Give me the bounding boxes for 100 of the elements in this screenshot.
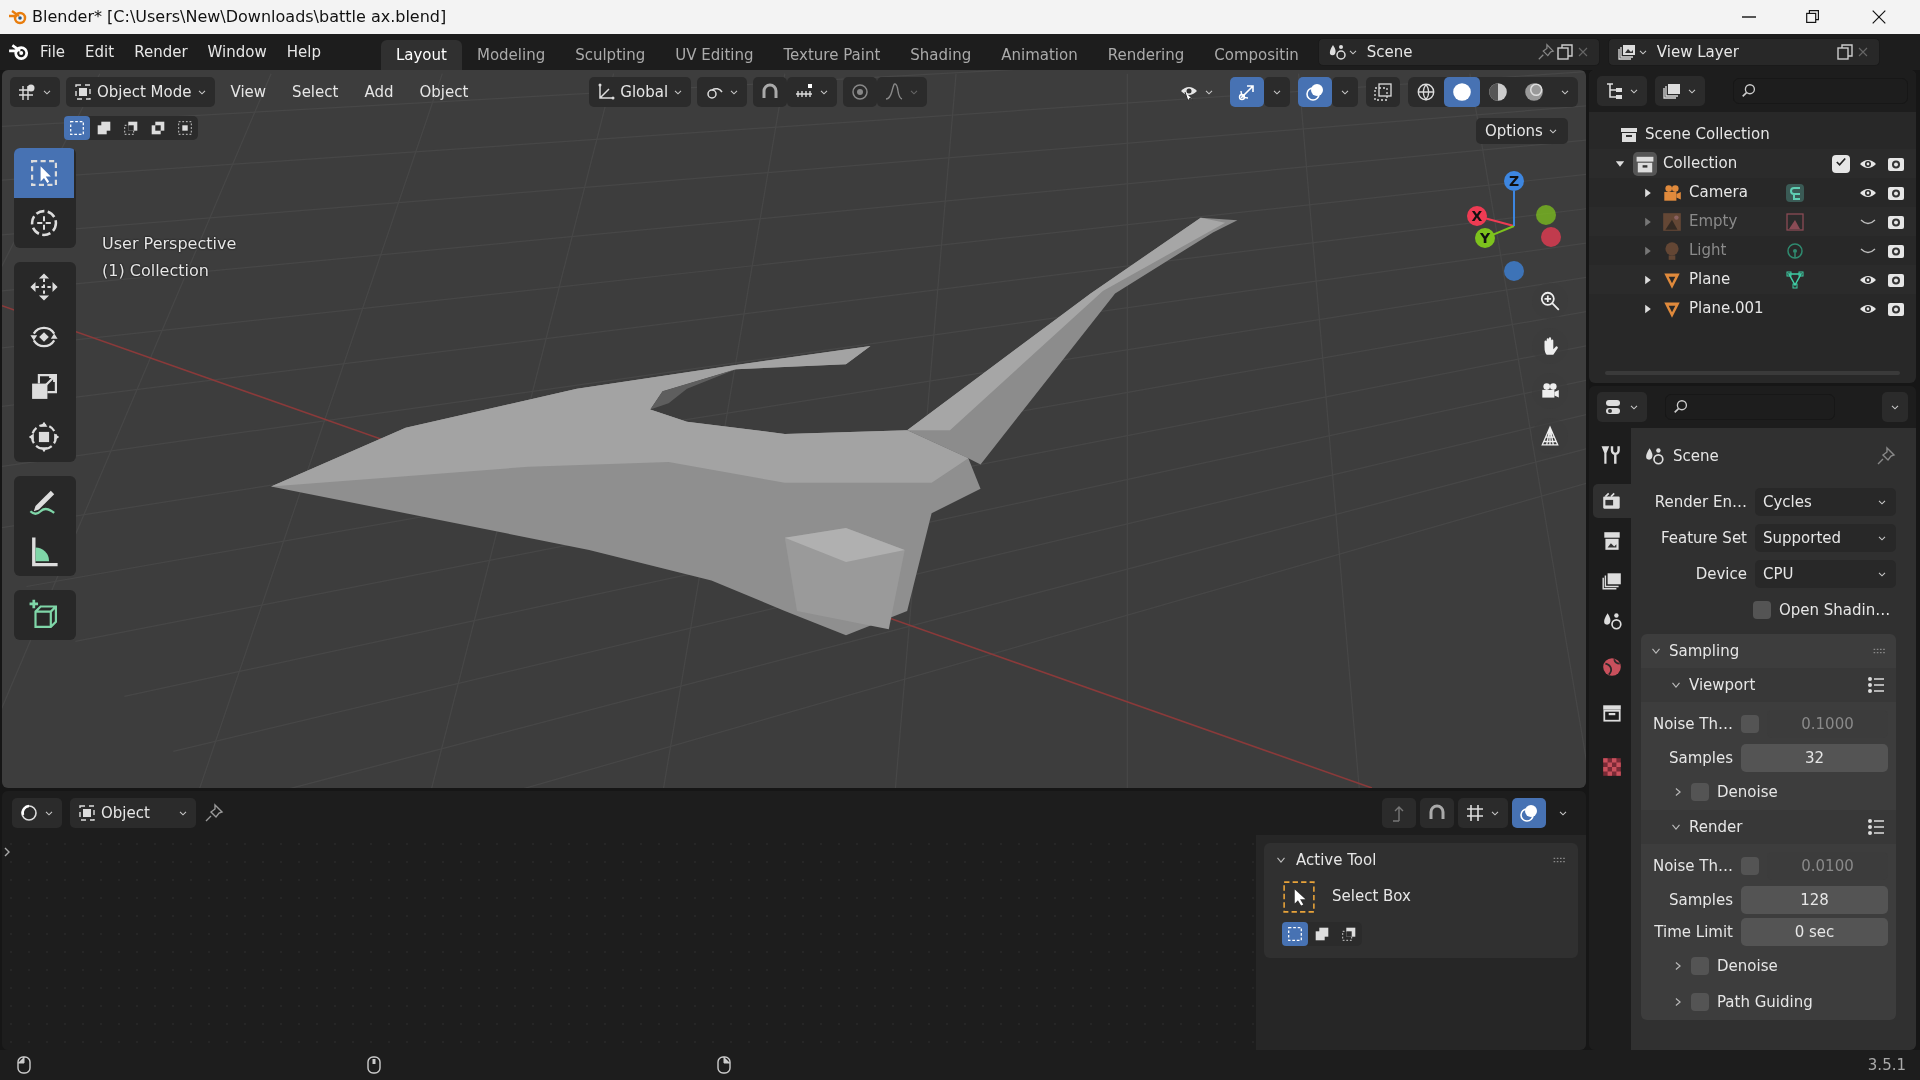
mode-dropdown[interactable]: Object Mode <box>66 77 215 107</box>
number-field[interactable]: 128 <box>1741 886 1888 914</box>
number-field[interactable]: 32 <box>1741 744 1888 772</box>
grid-view-icon <box>17 82 37 102</box>
snap-toggle[interactable] <box>753 77 788 107</box>
display-mode-dropdown[interactable] <box>1655 76 1705 106</box>
gizmo-icon <box>1237 82 1257 102</box>
subpanel-header[interactable]: Path Guiding <box>1691 990 1813 1014</box>
blender-logo-icon <box>8 7 28 27</box>
xray-toggle[interactable] <box>1366 77 1400 107</box>
axis-handle[interactable]: Z <box>1504 171 1524 227</box>
pin-icon[interactable] <box>1876 446 1896 466</box>
expand-region-icon[interactable] <box>2 845 12 859</box>
tree-item-label[interactable]: Scene Collection <box>1645 123 1770 146</box>
shading-button[interactable] <box>1444 77 1480 107</box>
light-data-icon[interactable] <box>1785 240 1805 261</box>
workspace-tab[interactable]: Compositin <box>1199 40 1314 70</box>
dropdown[interactable]: Supported <box>1755 524 1896 552</box>
menu-item[interactable]: View <box>220 79 277 105</box>
selection-mode-button[interactable] <box>1282 921 1308 946</box>
axis-handle[interactable] <box>1541 227 1561 247</box>
field-label: Time Limit <box>1653 921 1733 943</box>
tree-item-label[interactable]: Collection <box>1663 152 1738 175</box>
editor-type-button[interactable] <box>1597 76 1647 106</box>
pin-icon[interactable] <box>204 803 224 823</box>
tool-icon <box>1601 444 1623 466</box>
mouse-icon <box>714 1055 734 1075</box>
options-dropdown[interactable]: Options <box>1476 118 1568 144</box>
tree-item-label[interactable]: Camera <box>1689 181 1779 204</box>
workspace-tab[interactable]: Texture Paint <box>768 40 896 70</box>
dropdown[interactable]: Cycles <box>1755 488 1896 516</box>
editor-type-button[interactable] <box>10 77 60 107</box>
menu-item[interactable]: Add <box>354 79 404 105</box>
selection-mode-icon <box>149 119 167 137</box>
tree-item-label[interactable]: Empty <box>1689 210 1779 233</box>
pin-icon[interactable] <box>1536 43 1555 61</box>
object-icon <box>77 803 97 823</box>
axis-handle[interactable] <box>1536 205 1556 225</box>
panel-title[interactable]: Sampling <box>1669 639 1866 663</box>
workspace-tab[interactable]: Layout <box>380 40 462 70</box>
workspace-tab[interactable]: UV Editing <box>660 40 769 70</box>
field-label: Render En… <box>1653 491 1747 513</box>
workspace-tab[interactable]: Shading <box>895 40 987 70</box>
workspace-tab[interactable]: Sculpting <box>560 40 661 70</box>
proportional-edit-toggle[interactable] <box>843 77 878 107</box>
properties-tab[interactable] <box>1593 484 1631 518</box>
number-field[interactable]: 0 sec <box>1741 918 1888 946</box>
mesh-data-icon[interactable] <box>1785 269 1805 290</box>
overlay-toggle[interactable] <box>1512 798 1546 828</box>
duplicate-icon[interactable] <box>1554 42 1575 62</box>
scene-selector[interactable]: Scene <box>1317 38 1600 66</box>
menu-item[interactable]: Help <box>276 39 331 65</box>
viewport-info-text: (1) Collection <box>102 260 210 283</box>
falloff-dropdown[interactable] <box>877 77 928 107</box>
menu-item[interactable]: Object <box>409 79 479 105</box>
snap-target-dropdown[interactable] <box>787 77 838 107</box>
camera-data-icon[interactable] <box>1785 182 1805 203</box>
field-label: Noise Th… <box>1651 855 1733 877</box>
texture-icon <box>1601 756 1623 778</box>
list-icon[interactable] <box>1866 675 1886 695</box>
menu-item[interactable]: Window <box>197 39 277 65</box>
list-icon[interactable] <box>1866 817 1886 837</box>
snap-toggle[interactable] <box>1420 798 1454 828</box>
overlay-toggle[interactable] <box>1298 77 1332 107</box>
include-checkbox[interactable] <box>1832 154 1850 173</box>
workspace-tab[interactable]: Animation <box>986 40 1093 70</box>
dropdown[interactable]: CPU <box>1755 560 1896 588</box>
editor-type-button[interactable] <box>1597 392 1647 422</box>
scene-icon <box>1601 610 1623 632</box>
scene-name: Scene <box>1366 41 1414 63</box>
tree-item-label[interactable]: Plane.001 <box>1689 297 1779 320</box>
search-field[interactable] <box>1733 78 1908 104</box>
context-dropdown[interactable]: Object <box>70 798 196 828</box>
view-layer-selector[interactable]: View Layer <box>1607 38 1880 66</box>
tree-item-label[interactable]: Light <box>1689 239 1779 262</box>
axis-handle[interactable]: Y <box>1475 225 1515 248</box>
workspace-tab[interactable]: Modeling <box>461 40 561 70</box>
snap-target-dropdown[interactable] <box>1458 798 1508 828</box>
menu-item[interactable]: Edit <box>75 39 125 65</box>
editor-type-button[interactable] <box>12 798 62 828</box>
axis-handle[interactable]: X <box>1467 206 1515 227</box>
checkbox[interactable] <box>1753 601 1771 619</box>
orientation-dropdown[interactable]: Global <box>589 77 692 107</box>
menu-item[interactable]: Render <box>124 39 198 65</box>
checkbox-field[interactable]: Open Shadin… <box>1753 598 1891 622</box>
render-icon <box>1601 490 1623 512</box>
subpanel-header[interactable]: Denoise <box>1691 780 1778 804</box>
workspace-tab[interactable]: Rendering <box>1092 40 1200 70</box>
axis-handle[interactable] <box>1504 261 1524 281</box>
menu-item[interactable]: Select <box>282 79 349 105</box>
menu-item[interactable]: File <box>30 39 76 65</box>
selection-mode-button[interactable] <box>64 116 90 140</box>
field-label: Samples <box>1667 747 1733 769</box>
pivot-dropdown[interactable] <box>697 77 748 107</box>
tree-item-label[interactable]: Plane <box>1689 268 1779 291</box>
overlays-icon <box>1519 803 1539 823</box>
gizmo-toggle[interactable] <box>1230 77 1264 107</box>
duplicate-icon[interactable] <box>1834 42 1855 62</box>
search-field[interactable] <box>1665 394 1835 420</box>
subpanel-header[interactable]: Denoise <box>1691 954 1778 978</box>
